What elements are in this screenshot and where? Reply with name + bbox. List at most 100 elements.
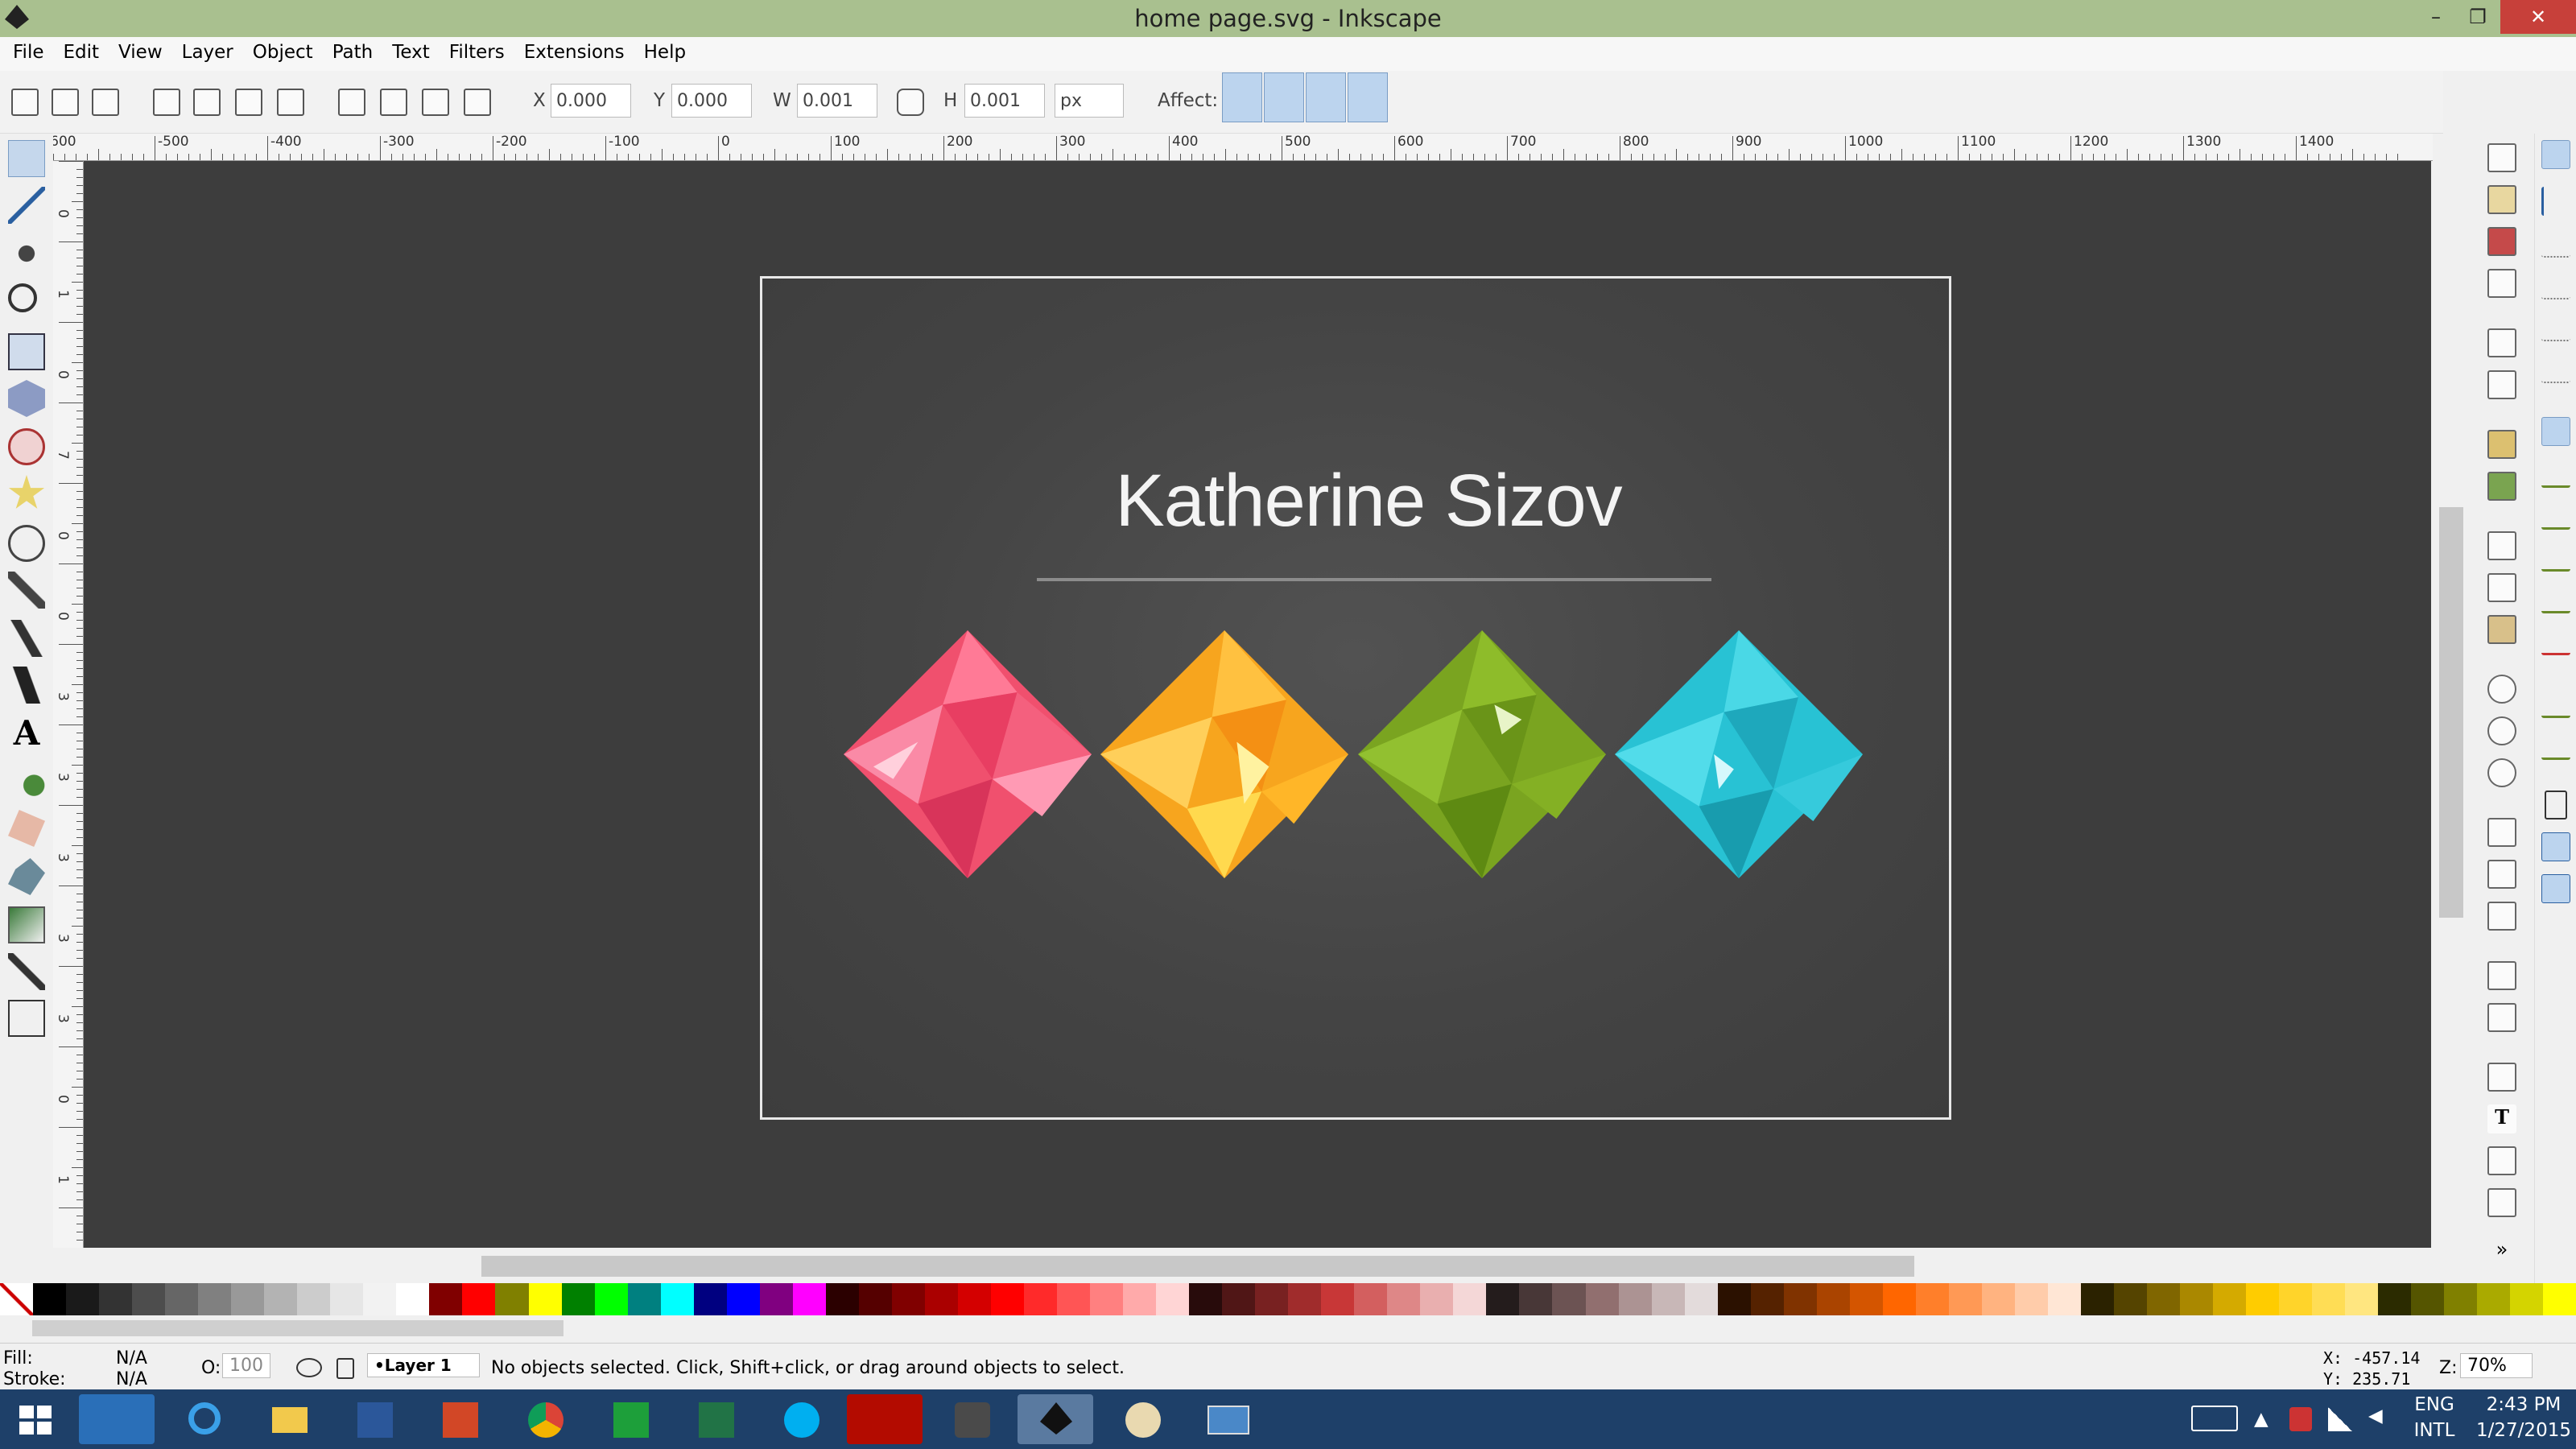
- color-swatch[interactable]: [2213, 1283, 2247, 1315]
- group-icon[interactable]: [2487, 961, 2516, 990]
- cyan-gem[interactable]: [1615, 630, 1863, 878]
- snap-bbox-corner-icon[interactable]: [2541, 270, 2570, 299]
- acrobat-icon[interactable]: [847, 1394, 923, 1444]
- pencil-tool-icon[interactable]: [8, 572, 45, 609]
- color-swatch[interactable]: [1057, 1283, 1091, 1315]
- menu-view[interactable]: View: [109, 37, 172, 68]
- color-swatch[interactable]: [330, 1283, 364, 1315]
- chrome-icon[interactable]: [506, 1394, 581, 1444]
- color-swatch[interactable]: [2510, 1283, 2544, 1315]
- color-swatch[interactable]: [99, 1283, 133, 1315]
- store-icon[interactable]: [591, 1394, 667, 1444]
- ellipse-tool-icon[interactable]: [8, 428, 45, 465]
- color-swatch[interactable]: [264, 1283, 298, 1315]
- color-swatch[interactable]: [2279, 1283, 2313, 1315]
- color-palette[interactable]: [0, 1283, 2576, 1315]
- color-swatch[interactable]: [2047, 1283, 2081, 1315]
- cut-icon[interactable]: [2487, 573, 2516, 602]
- unlink-clone-icon[interactable]: [2487, 902, 2516, 931]
- color-swatch[interactable]: [33, 1283, 67, 1315]
- snap-bbox-midpoint-icon[interactable]: [2541, 312, 2570, 341]
- palette-scroll-thumb[interactable]: [32, 1320, 564, 1336]
- color-swatch[interactable]: [1783, 1283, 1817, 1315]
- h-input[interactable]: 0.001: [964, 84, 1045, 118]
- color-swatch[interactable]: [693, 1283, 727, 1315]
- connector-tool-icon[interactable]: [8, 1000, 45, 1037]
- deselect-icon[interactable]: [92, 89, 119, 116]
- clock-date[interactable]: 1/27/2015: [2475, 1420, 2573, 1441]
- keyboard-icon[interactable]: [2191, 1406, 2238, 1431]
- color-swatch[interactable]: [759, 1283, 793, 1315]
- color-swatch[interactable]: [2477, 1283, 2511, 1315]
- menu-filters[interactable]: Filters: [440, 37, 514, 68]
- color-swatch[interactable]: [396, 1283, 430, 1315]
- snap-nodes-icon[interactable]: [2541, 417, 2570, 446]
- new-document-icon[interactable]: [2487, 143, 2516, 172]
- clone-icon[interactable]: [2487, 860, 2516, 889]
- color-swatch[interactable]: [891, 1283, 925, 1315]
- spiral-tool-icon[interactable]: [8, 525, 45, 562]
- duplicate-icon[interactable]: [2487, 818, 2516, 847]
- color-swatch[interactable]: [198, 1283, 232, 1315]
- menu-layer[interactable]: Layer: [172, 37, 243, 68]
- color-swatch[interactable]: [2114, 1283, 2148, 1315]
- color-swatch[interactable]: [1288, 1283, 1322, 1315]
- file-explorer-icon[interactable]: [250, 1394, 325, 1444]
- zoom-tool-icon[interactable]: [8, 283, 37, 312]
- color-swatch[interactable]: [858, 1283, 892, 1315]
- start-icon[interactable]: [3, 1394, 68, 1444]
- color-swatch[interactable]: [1420, 1283, 1454, 1315]
- snap-bbox-center-icon[interactable]: [2541, 354, 2570, 383]
- green-gem[interactable]: [1358, 630, 1606, 878]
- star-tool-icon[interactable]: [8, 475, 45, 509]
- language-layout[interactable]: INTL: [2402, 1420, 2467, 1441]
- vertical-scroll-thumb[interactable]: [2439, 507, 2463, 918]
- print-icon[interactable]: [2487, 269, 2516, 298]
- color-swatch[interactable]: [1255, 1283, 1289, 1315]
- more-commands-icon[interactable]: »: [2487, 1238, 2516, 1267]
- paint-bucket-tool-icon[interactable]: [8, 858, 45, 895]
- w-input[interactable]: 0.001: [797, 84, 877, 118]
- color-swatch[interactable]: [1354, 1283, 1388, 1315]
- color-swatch[interactable]: [1849, 1283, 1883, 1315]
- volume-icon[interactable]: ◀: [2368, 1406, 2383, 1426]
- snap-bbox-icon[interactable]: [2541, 187, 2570, 216]
- affect-corners-toggle[interactable]: [1264, 72, 1304, 122]
- skype-icon[interactable]: [762, 1394, 837, 1444]
- show-hidden-icons-icon[interactable]: ▲: [2254, 1409, 2268, 1430]
- color-swatch[interactable]: [165, 1283, 199, 1315]
- color-swatch[interactable]: [462, 1283, 496, 1315]
- menu-object[interactable]: Object: [243, 37, 323, 68]
- node-tool-icon[interactable]: [8, 187, 45, 224]
- horizontal-scroll-thumb[interactable]: [481, 1256, 1914, 1277]
- color-swatch[interactable]: [363, 1283, 397, 1315]
- rotate-ccw-icon[interactable]: [153, 89, 180, 116]
- snap-guides-icon[interactable]: [2541, 874, 2570, 903]
- flip-vertical-icon[interactable]: [277, 89, 304, 116]
- affect-gradients-toggle[interactable]: [1306, 72, 1346, 122]
- color-swatch[interactable]: [594, 1283, 628, 1315]
- color-swatch[interactable]: [1519, 1283, 1553, 1315]
- color-swatch[interactable]: [528, 1283, 562, 1315]
- import-icon[interactable]: [2487, 328, 2516, 357]
- rectangle-tool-icon[interactable]: [8, 333, 45, 370]
- lower-to-bottom-icon[interactable]: [338, 89, 365, 116]
- color-swatch[interactable]: [627, 1283, 661, 1315]
- select-all-icon[interactable]: [11, 89, 39, 116]
- color-swatch[interactable]: [1123, 1283, 1157, 1315]
- lock-layer-icon[interactable]: [336, 1358, 354, 1379]
- color-swatch[interactable]: [1585, 1283, 1619, 1315]
- color-swatch[interactable]: [1453, 1283, 1487, 1315]
- sublime-icon[interactable]: [932, 1394, 1008, 1444]
- calligraphy-tool-icon[interactable]: [8, 667, 45, 704]
- color-swatch[interactable]: [825, 1283, 859, 1315]
- snap-rotation-centers-icon[interactable]: [2541, 731, 2570, 760]
- color-swatch[interactable]: [297, 1283, 331, 1315]
- raise-to-top-icon[interactable]: [464, 89, 491, 116]
- divider-line[interactable]: [1037, 578, 1711, 581]
- affect-stroke-toggle[interactable]: [1222, 72, 1262, 122]
- language-code[interactable]: ENG: [2402, 1394, 2467, 1415]
- hide-layer-icon[interactable]: [296, 1358, 322, 1377]
- unit-select[interactable]: px: [1055, 84, 1124, 118]
- color-swatch[interactable]: [1684, 1283, 1718, 1315]
